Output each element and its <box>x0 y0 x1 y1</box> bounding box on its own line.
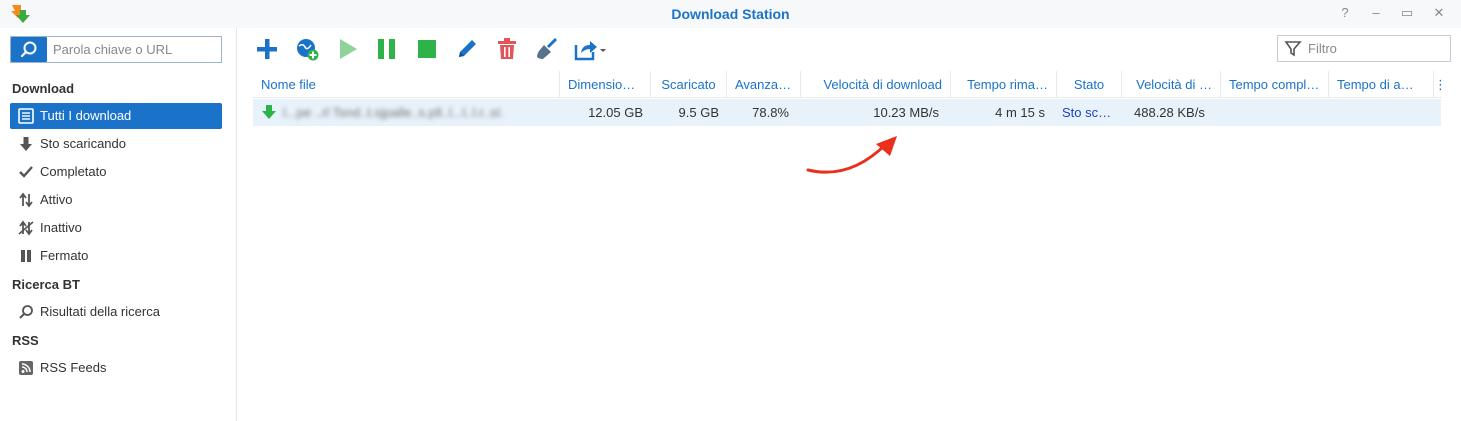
table-row[interactable]: l...pe ..rl Tsnd..t.sjpalle..s.pll..l...… <box>253 99 1441 126</box>
size-cell: 12.05 GB <box>588 105 643 120</box>
search-box <box>10 36 222 63</box>
add-icon[interactable] <box>255 37 279 61</box>
share-icon[interactable] <box>574 37 608 61</box>
stop-icon[interactable] <box>415 37 439 61</box>
sidebar-item-label: RSS Feeds <box>40 360 107 375</box>
play-icon[interactable] <box>336 37 360 61</box>
download-speed-cell: 10.23 MB/s <box>873 105 939 120</box>
column-header-progress[interactable]: Avanza… <box>727 71 801 98</box>
column-header-name[interactable]: Nome file <box>253 71 560 98</box>
list-icon <box>18 108 34 124</box>
search-button[interactable] <box>11 37 47 62</box>
pause-icon <box>21 250 31 262</box>
column-header-downloaded[interactable]: Scaricato <box>651 71 727 98</box>
sidebar-item-label: Sto scaricando <box>40 136 126 151</box>
sidebar-item-label: Inattivo <box>40 220 82 235</box>
sidebar-item-stopped[interactable]: Fermato <box>10 243 222 269</box>
window-title: Download Station <box>671 6 790 22</box>
minimize-icon[interactable]: – <box>1368 5 1384 21</box>
sidebar-item-label: Tutti I download <box>40 108 132 123</box>
grid-header: Nome file Dimensio… Scaricato Avanza… Ve… <box>253 71 1442 98</box>
sidebar-item-label: Risultati della ricerca <box>40 304 160 319</box>
column-header-size[interactable]: Dimensio… <box>560 71 651 98</box>
column-header-status[interactable]: Stato <box>1057 71 1122 98</box>
search-icon <box>20 41 37 58</box>
sidebar-item-all-downloads[interactable]: Tutti I download <box>10 103 222 129</box>
column-header-time-active[interactable]: Tempo di a… <box>1329 71 1434 98</box>
annotation-arrow-icon <box>806 136 897 174</box>
time-active-cell <box>1329 99 1434 126</box>
arrow-down-icon <box>20 137 32 151</box>
add-url-icon[interactable] <box>295 37 319 61</box>
sidebar-item-inactive[interactable]: Inattivo <box>10 215 222 241</box>
search-icon <box>19 305 33 319</box>
time-completed-cell <box>1221 99 1329 126</box>
column-options-icon[interactable]: ⋮ <box>1434 71 1442 98</box>
column-header-time-remaining[interactable]: Tempo rima… <box>951 71 1057 98</box>
rss-icon <box>19 361 33 375</box>
check-icon <box>19 166 33 178</box>
filter-input[interactable] <box>1308 36 1448 61</box>
delete-icon[interactable] <box>495 37 519 61</box>
section-rss: RSS <box>12 333 39 348</box>
progress-cell: 78.8% <box>752 105 789 120</box>
filter-box <box>1277 35 1451 62</box>
sidebar-item-label: Completato <box>40 164 107 179</box>
section-bt-search: Ricerca BT <box>12 277 80 292</box>
downloaded-cell: 9.5 GB <box>678 105 719 120</box>
sidebar-item-search-results[interactable]: Risultati della ricerca <box>10 299 222 325</box>
status-cell: Sto sc… <box>1062 105 1112 120</box>
sidebar-item-label: Attivo <box>40 192 73 207</box>
column-header-time-completed[interactable]: Tempo compl… <box>1221 71 1329 98</box>
sidebar-item-active[interactable]: Attivo <box>10 187 222 213</box>
up-down-arrows-icon <box>19 192 33 208</box>
pause-icon[interactable] <box>375 37 399 61</box>
sidebar-item-downloading[interactable]: Sto scaricando <box>10 131 222 157</box>
maximize-icon[interactable]: ▭ <box>1399 5 1415 21</box>
column-header-upload-speed[interactable]: Velocità di … <box>1122 71 1221 98</box>
edit-icon[interactable] <box>455 37 479 61</box>
sidebar-item-label: Fermato <box>40 248 89 263</box>
title-bar: Download Station ? – ▭ ✕ <box>0 0 1461 28</box>
sidebar: Download Tutti I download Sto scaricando… <box>0 28 237 421</box>
sidebar-item-rss-feeds[interactable]: RSS Feeds <box>10 355 222 381</box>
search-input[interactable] <box>47 37 221 62</box>
close-icon[interactable]: ✕ <box>1431 5 1447 21</box>
filter-icon <box>1284 41 1302 57</box>
sidebar-item-completed[interactable]: Completato <box>10 159 222 185</box>
upload-speed-cell: 488.28 KB/s <box>1134 105 1205 120</box>
file-name-cell: l...pe ..rl Tsnd..t.sjpalle..s.pll..l...… <box>283 105 504 120</box>
column-header-download-speed[interactable]: Velocità di download <box>801 71 951 98</box>
section-download: Download <box>12 81 75 96</box>
inactive-icon <box>18 220 34 236</box>
help-icon[interactable]: ? <box>1337 5 1353 21</box>
time-remaining-cell: 4 m 15 s <box>995 105 1045 120</box>
clean-icon[interactable] <box>535 37 559 61</box>
